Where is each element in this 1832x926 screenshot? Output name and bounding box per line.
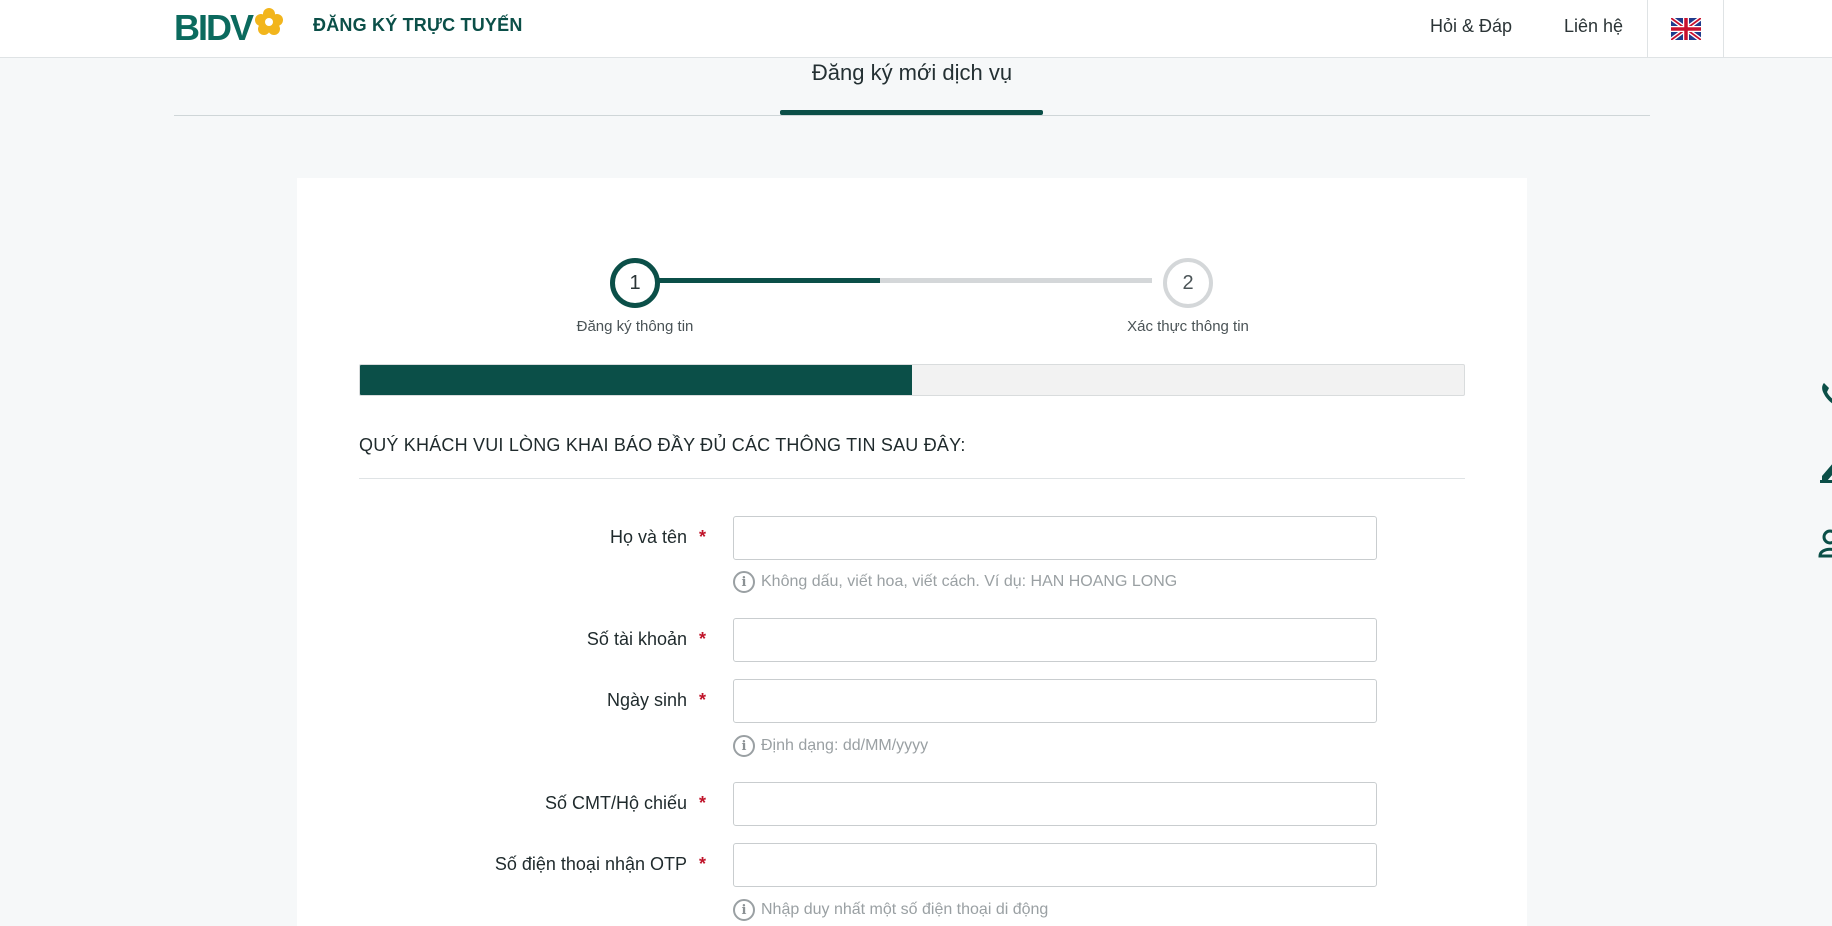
language-switch-button[interactable] [1647,0,1724,58]
stepper-line-completed [627,278,880,283]
user-icon[interactable] [1818,528,1832,558]
birth-date-input[interactable] [733,679,1377,723]
divider [359,478,1465,479]
required-mark: * [699,690,707,710]
otp-phone-hint-text: Nhập duy nhất một số điện thoại di động [761,901,1049,918]
step-1-label: Đăng ký thông tin [576,318,694,335]
step-1-circle[interactable]: 1 [610,258,660,308]
full-name-label: Họ và tên [609,527,687,547]
required-mark: * [699,629,707,649]
account-number-label: Số tài khoản [586,629,687,649]
uk-flag-icon [1670,18,1701,40]
edit-icon[interactable] [1818,454,1832,484]
bidv-logo[interactable]: BIDV [174,6,284,50]
form-row-birth-date: Ngày sinh * [297,679,1527,723]
birth-date-label: Ngày sinh [606,690,687,710]
step-2-label: Xác thực thông tin [1127,318,1249,335]
id-passport-input[interactable] [733,782,1377,826]
required-mark: * [699,854,707,874]
info-icon: i [733,571,755,593]
form-row-id-passport: Số CMT/Hộ chiếu * [297,782,1527,826]
full-name-hint-text: Không dấu, viết hoa, viết cách. Ví dụ: H… [761,573,1178,590]
top-bar: BIDV ĐĂNG KÝ TRỰC TUYẾN Hỏi & Đáp Liên h… [0,0,1832,58]
otp-phone-label: Số điện thoại nhận OTP [494,854,687,874]
phone-icon[interactable] [1818,380,1832,410]
logo-flower-icon [255,8,284,35]
full-name-hint: i Không dấu, viết hoa, viết cách. Ví dụ:… [733,570,1177,594]
progress-bar-fill [360,365,912,395]
form-row-otp-phone: Số điện thoại nhận OTP * [297,843,1527,887]
info-icon: i [733,899,755,921]
progress-bar [359,364,1465,396]
nav-faq-link[interactable]: Hỏi & Đáp [1430,16,1512,37]
logo-text: BIDV [174,7,254,48]
page-tab-bar: Đăng ký mới dịch vụ [174,58,1650,116]
otp-phone-input[interactable] [733,843,1377,887]
info-icon: i [733,735,755,757]
registration-card: 1 2 Đăng ký thông tin Xác thực thông tin… [297,178,1527,926]
step-2-circle[interactable]: 2 [1163,258,1213,308]
form-heading: QUÝ KHÁCH VUI LÒNG KHAI BÁO ĐẦY ĐỦ CÁC T… [359,435,966,455]
site-title: ĐĂNG KÝ TRỰC TUYẾN [313,15,523,35]
birth-date-hint-text: Định dạng: dd/MM/yyyy [761,737,929,754]
full-name-input[interactable] [733,516,1377,560]
active-tab-indicator [780,110,1043,115]
required-mark: * [699,793,707,813]
stepper-line-pending [880,278,1152,283]
account-number-input[interactable] [733,618,1377,662]
form-row-full-name: Họ và tên * [297,516,1527,560]
required-mark: * [699,527,707,547]
otp-phone-hint: i Nhập duy nhất một số điện thoại di độn… [733,898,1048,922]
nav-contact-link[interactable]: Liên hệ [1564,16,1623,37]
form-row-account-number: Số tài khoản * [297,618,1527,662]
id-passport-label: Số CMT/Hộ chiếu [544,793,687,813]
tab-register-new-service[interactable]: Đăng ký mới dịch vụ [174,60,1650,86]
birth-date-hint: i Định dạng: dd/MM/yyyy [733,734,928,758]
